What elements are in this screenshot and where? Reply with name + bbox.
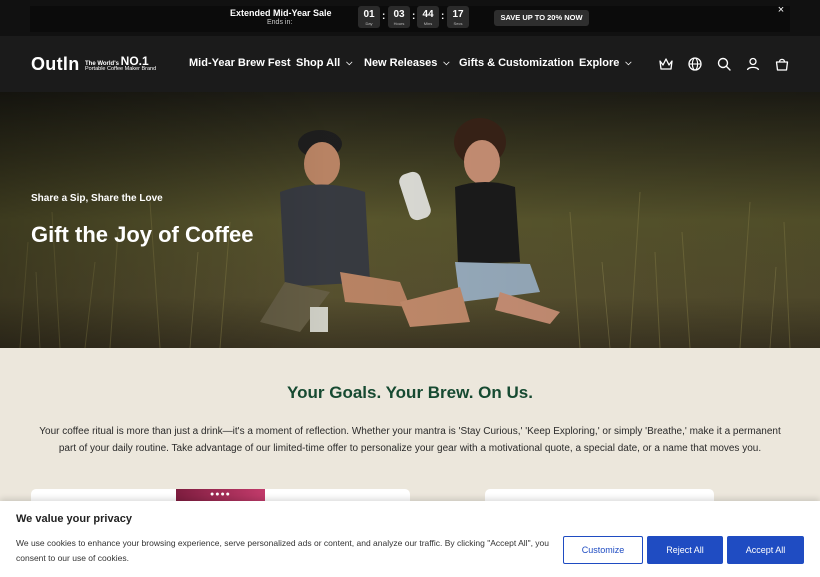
sale-ends-label: Ends in: <box>267 19 293 26</box>
search-icon[interactable] <box>716 56 732 72</box>
save-now-button[interactable]: SAVE UP TO 20% NOW <box>494 10 589 26</box>
cookie-title: We value your privacy <box>16 513 132 525</box>
account-icon[interactable] <box>745 56 761 72</box>
countdown-seconds-label: Secs <box>453 21 463 26</box>
section-title: Your Goals. Your Brew. On Us. <box>287 383 533 402</box>
chevron-down-icon: ⌵ <box>346 58 353 67</box>
countdown-days: 01 Day <box>358 6 380 28</box>
chevron-down-icon: ⌵ <box>443 58 450 67</box>
chevron-down-icon: ⌵ <box>625 58 632 67</box>
cart-icon[interactable] <box>774 56 790 72</box>
countdown-separator: : <box>441 11 445 22</box>
nav-explore-label: Explore <box>579 57 620 69</box>
countdown-days-label: Day <box>365 21 373 26</box>
cookie-text: We use cookies to enhance your browsing … <box>16 538 550 563</box>
accept-all-button[interactable]: Accept All <box>727 536 804 564</box>
countdown-hours: 03 Hours <box>388 6 410 28</box>
nav-shop-all-label: Shop All <box>296 57 341 69</box>
sale-title: Extended Mid-Year Sale <box>230 8 332 18</box>
nav-new-releases-label: New Releases <box>364 57 438 69</box>
hero-banner <box>0 92 820 348</box>
section-body: Your coffee ritual is more than just a d… <box>39 426 781 454</box>
hero-eyebrow: Share a Sip, Share the Love <box>31 193 163 204</box>
announcement-bar <box>0 0 820 36</box>
nav-explore[interactable]: Explore ⌵ <box>579 57 631 69</box>
countdown-seconds-value: 17 <box>452 9 464 20</box>
hero-image <box>0 92 820 348</box>
countdown-separator: : <box>382 11 386 22</box>
logo-wordmark: Outln <box>31 54 80 74</box>
logo-tag-sub: Portable Coffee Maker Brand <box>85 66 157 72</box>
countdown-seconds: 17 Secs <box>447 6 469 28</box>
close-announcement-icon[interactable]: × <box>774 4 788 16</box>
countdown-separator: : <box>412 11 416 22</box>
crown-icon[interactable] <box>658 56 674 72</box>
countdown-days-value: 01 <box>363 9 375 20</box>
countdown-minutes-label: Mins <box>423 21 433 26</box>
countdown-hours-label: Hours <box>393 21 405 26</box>
hero-title: Gift the Joy of Coffee <box>31 222 254 247</box>
customize-button[interactable]: Customize <box>563 536 643 564</box>
countdown-hours-value: 03 <box>393 9 405 20</box>
nav-new-releases[interactable]: New Releases ⌵ <box>364 57 449 69</box>
reject-all-button[interactable]: Reject All <box>647 536 723 564</box>
announcement-inner <box>30 6 790 32</box>
nav-mid-year-brew-fest[interactable]: Mid-Year Brew Fest <box>189 57 290 69</box>
countdown-minutes-value: 44 <box>422 9 434 20</box>
globe-icon[interactable] <box>687 56 703 72</box>
nav-shop-all[interactable]: Shop All ⌵ <box>296 57 352 69</box>
nav-gifts-customization[interactable]: Gifts & Customization <box>459 57 574 69</box>
carousel-dots: ●●●● <box>210 491 231 498</box>
countdown-minutes: 44 Mins <box>417 6 439 28</box>
